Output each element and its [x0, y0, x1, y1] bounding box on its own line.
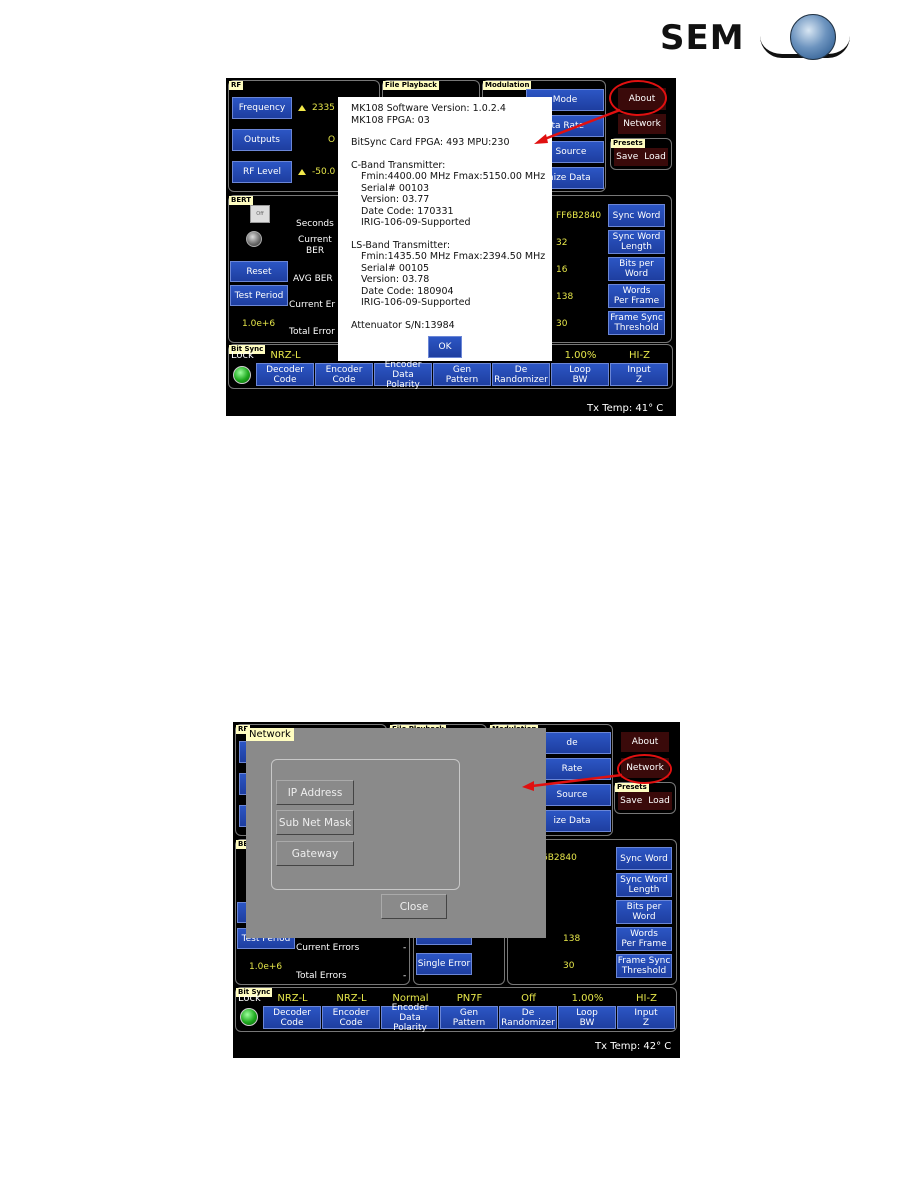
network-arrow — [522, 773, 623, 791]
network-arrow-head — [522, 781, 534, 791]
network-arrow-line — [531, 773, 623, 788]
